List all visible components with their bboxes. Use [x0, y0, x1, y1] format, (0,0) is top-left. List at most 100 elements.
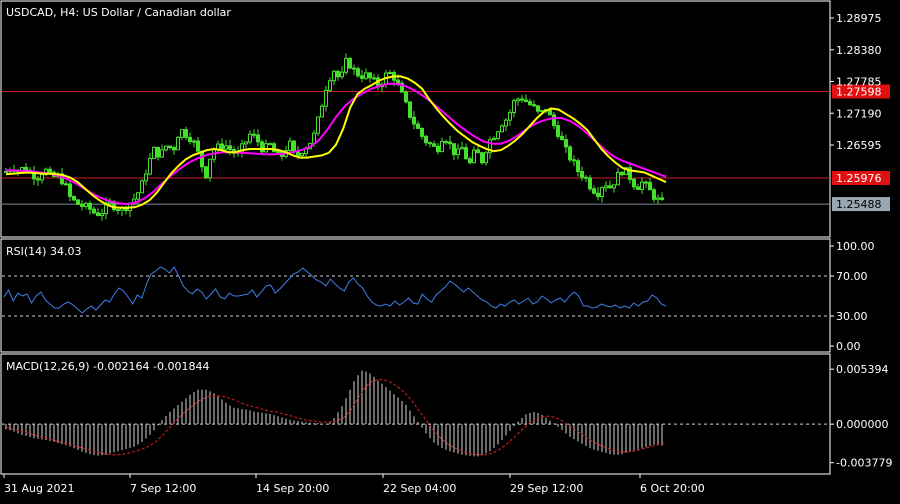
- candle-body: [324, 89, 328, 107]
- candle-body: [396, 79, 400, 84]
- candle-body: [520, 98, 524, 101]
- candle-body: [352, 67, 356, 70]
- candle-body: [224, 145, 228, 150]
- candle-body: [432, 143, 436, 147]
- candle-body: [244, 141, 248, 145]
- candle-body: [596, 192, 600, 197]
- candle-body: [176, 136, 180, 151]
- candle-body: [456, 148, 460, 156]
- candle-body: [180, 129, 184, 138]
- candle-body: [140, 180, 144, 194]
- candle-body: [320, 105, 324, 118]
- candle-body: [204, 166, 208, 179]
- candle-body: [648, 181, 652, 191]
- candle-body: [660, 197, 664, 200]
- candle-body: [80, 203, 84, 207]
- main-y-tick-label: 1.27785: [836, 76, 882, 89]
- candle-body: [460, 147, 464, 150]
- candle-body: [440, 141, 444, 153]
- candle-body: [172, 147, 176, 151]
- candle-body: [448, 141, 452, 145]
- candle-body: [84, 202, 88, 207]
- candle-body: [404, 91, 408, 103]
- candle-body: [500, 125, 504, 133]
- main-y-tick-label: 1.28975: [836, 12, 882, 25]
- candle-body: [576, 160, 580, 173]
- candle-body: [268, 143, 272, 146]
- candle-body: [560, 135, 564, 141]
- candle-body: [168, 145, 172, 149]
- candle-body: [348, 57, 352, 69]
- candle-body: [584, 176, 588, 179]
- main-y-tick-label: 1.28380: [836, 44, 882, 57]
- candle-body: [436, 145, 440, 153]
- candle-body: [428, 142, 432, 145]
- candle-body: [116, 209, 120, 212]
- candle-body: [656, 197, 660, 200]
- candle-body: [508, 112, 512, 121]
- candle-body: [580, 171, 584, 178]
- main-y-tick-label: 1.26595: [836, 139, 882, 152]
- candle-body: [164, 145, 168, 151]
- candle-body: [644, 181, 648, 184]
- candle-body: [468, 158, 472, 164]
- candle-body: [516, 98, 520, 102]
- candle-body: [592, 188, 596, 194]
- main-y-tick-label: 1.27190: [836, 107, 882, 120]
- rsi-label: RSI(14) 34.03: [6, 245, 81, 258]
- candle-body: [300, 152, 304, 157]
- candle-body: [356, 68, 360, 77]
- candle-body: [496, 131, 500, 140]
- candle-body: [264, 143, 268, 153]
- candle-body: [344, 57, 348, 73]
- candle-body: [504, 119, 508, 127]
- rsi-y-tick-label: 70.00: [836, 270, 868, 283]
- macd-y-tick-label: -0.003779: [836, 457, 892, 470]
- candle-body: [364, 72, 368, 79]
- candle-body: [528, 101, 532, 106]
- candle-body: [144, 173, 148, 182]
- candle-body: [48, 168, 52, 173]
- rsi-y-tick-label: 30.00: [836, 310, 868, 323]
- candle-body: [160, 149, 164, 158]
- candle-body: [332, 70, 336, 82]
- candle-body: [96, 212, 100, 217]
- candle-body: [188, 136, 192, 143]
- candle-body: [612, 184, 616, 189]
- candle-body: [148, 157, 152, 175]
- rsi-y-tick-label: 100.00: [836, 240, 875, 253]
- macd-y-tick-label: 0.000000: [836, 418, 889, 431]
- candle-body: [524, 99, 528, 103]
- candle-body: [444, 141, 448, 144]
- candle-body: [156, 146, 160, 158]
- candle-body: [100, 213, 104, 217]
- candle-body: [536, 105, 540, 112]
- candle-body: [640, 181, 644, 190]
- candle-body: [152, 146, 156, 159]
- candle-body: [636, 186, 640, 190]
- candle-body: [512, 100, 516, 114]
- x-tick-label: 7 Sep 12:00: [130, 482, 196, 495]
- candle-body: [480, 152, 484, 164]
- candle-body: [484, 152, 488, 164]
- candle-body: [196, 140, 200, 152]
- candle-body: [552, 114, 556, 127]
- candle-body: [88, 202, 92, 210]
- candle-body: [588, 177, 592, 190]
- x-tick-label: 31 Aug 2021: [4, 482, 74, 495]
- candle-body: [420, 127, 424, 137]
- candle-body: [652, 189, 656, 200]
- candle-body: [256, 134, 260, 143]
- candle-body: [600, 187, 604, 197]
- candle-body: [532, 104, 536, 107]
- candle-body: [476, 149, 480, 154]
- candle-body: [220, 143, 224, 150]
- candle-body: [564, 139, 568, 148]
- candle-body: [192, 140, 196, 143]
- candle-body: [620, 171, 624, 176]
- candle-body: [316, 116, 320, 134]
- candle-body: [92, 208, 96, 214]
- candle-body: [208, 158, 212, 179]
- candle-body: [572, 159, 576, 162]
- candle-body: [184, 129, 188, 138]
